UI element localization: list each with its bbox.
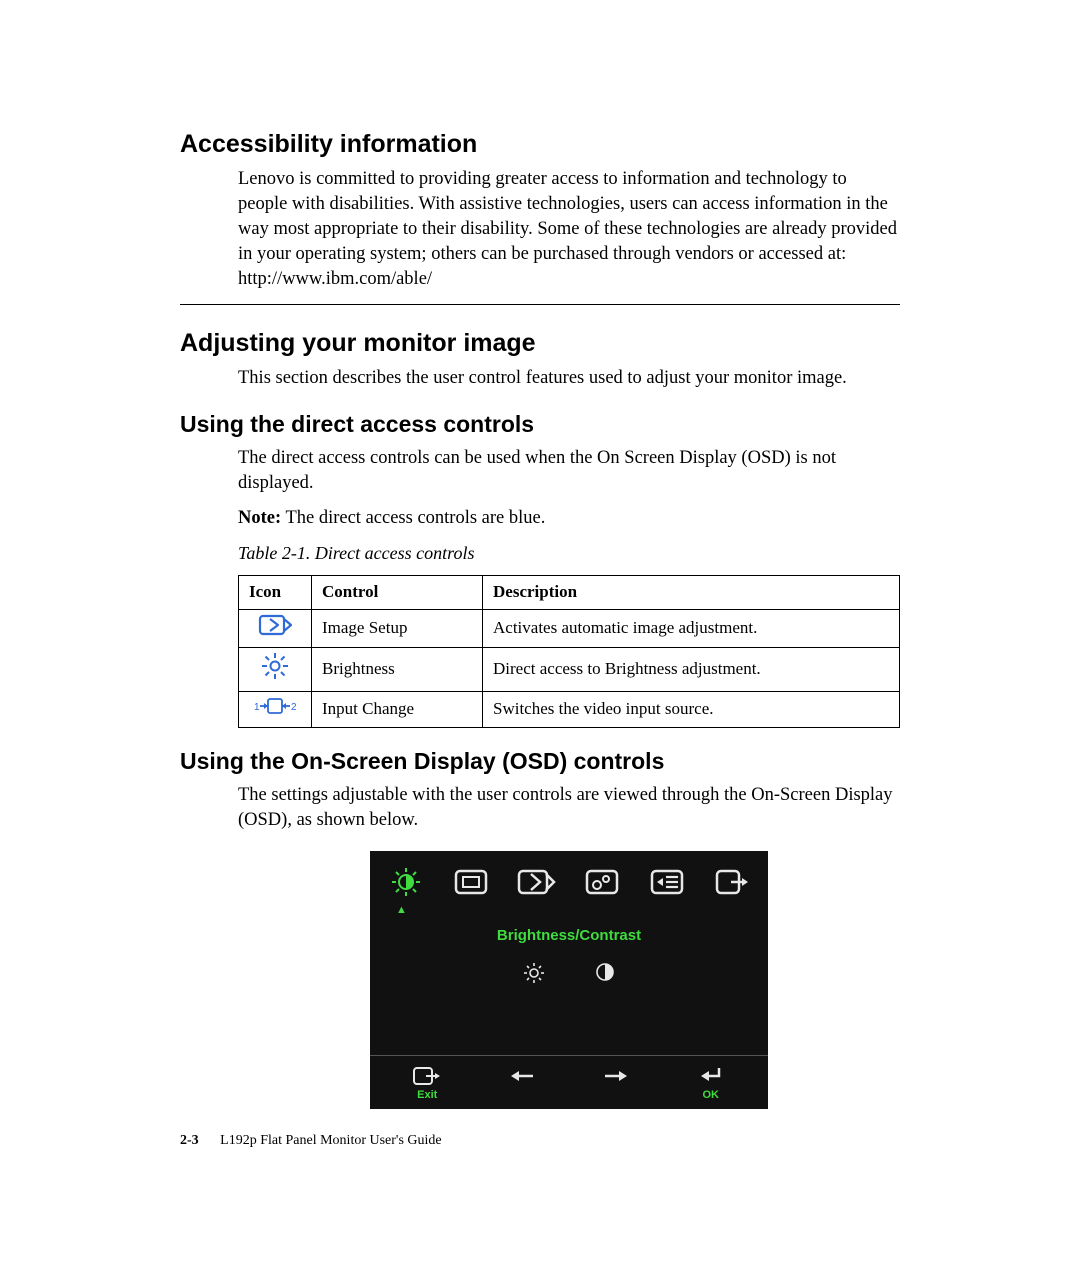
osd-right-button [591,1067,641,1102]
osd-exit-button: Exit [402,1066,452,1103]
svg-text:2: 2 [291,702,297,713]
osd-sub-contrast-icon [595,962,615,991]
osd-bottom-controls: Exit OK [370,1055,768,1109]
heading-accessibility: Accessibility information [180,130,900,159]
direct-note: Note: The direct access controls are blu… [238,506,900,531]
osd-tab-exit [710,865,754,899]
table-row: Brightness Direct access to Brightness a… [239,647,900,691]
th-control: Control [312,576,483,610]
accessibility-body: Lenovo is committed to providing greater… [238,167,900,292]
osd-tab-options [645,865,689,899]
osd-ok-label: OK [703,1088,720,1103]
table-header-row: Icon Control Description [239,576,900,610]
cell-desc: Switches the video input source. [483,691,900,727]
osd-left-button [497,1067,547,1102]
cell-control: Image Setup [312,609,483,647]
osd-subicons [370,962,768,1055]
page-footer: 2-3 L192p Flat Panel Monitor User's Guid… [180,1133,900,1149]
heading-direct-controls: Using the direct access controls [180,411,900,438]
book-title: L192p Flat Panel Monitor User's Guide [220,1133,441,1148]
adjusting-body: This section describes the user control … [238,366,900,391]
note-text: The direct access controls are blue. [281,508,545,528]
osd-panel: ▲ Brightness/Contrast Exit [370,851,768,1109]
heading-adjusting: Adjusting your monitor image [180,329,900,358]
direct-controls-table: Icon Control Description Image Setup Act… [238,575,900,728]
page-number: 2-3 [180,1133,199,1148]
direct-body: The direct access controls can be used w… [238,446,900,496]
section-divider [180,304,900,305]
osd-top-tabs [370,851,768,905]
cell-control: Input Change [312,691,483,727]
osd-menu-title: Brightness/Contrast [370,916,768,962]
table-row: Image Setup Activates automatic image ad… [239,609,900,647]
osd-body: The settings adjustable with the user co… [238,783,900,833]
table-caption: Table 2-1. Direct access controls [238,541,900,565]
osd-selection-arrow-icon: ▲ [370,905,768,916]
cell-desc: Activates automatic image adjustment. [483,609,900,647]
osd-tab-image-position [449,865,493,899]
th-desc: Description [483,576,900,610]
osd-tab-image-properties [580,865,624,899]
th-icon: Icon [239,576,312,610]
osd-exit-label: Exit [417,1088,437,1103]
osd-tab-image-setup [514,865,558,899]
osd-ok-button: OK [686,1066,736,1103]
image-setup-icon [239,609,312,647]
input-change-icon: 1 2 [239,691,312,727]
heading-osd-controls: Using the On-Screen Display (OSD) contro… [180,748,900,775]
table-row: 1 2 Input Change Switches the video inpu… [239,691,900,727]
cell-control: Brightness [312,647,483,691]
cell-desc: Direct access to Brightness adjustment. [483,647,900,691]
brightness-icon [239,647,312,691]
osd-tab-brightness-contrast [384,865,428,899]
osd-sub-brightness-icon [523,962,545,991]
svg-text:1: 1 [254,702,260,713]
note-label: Note: [238,508,281,528]
